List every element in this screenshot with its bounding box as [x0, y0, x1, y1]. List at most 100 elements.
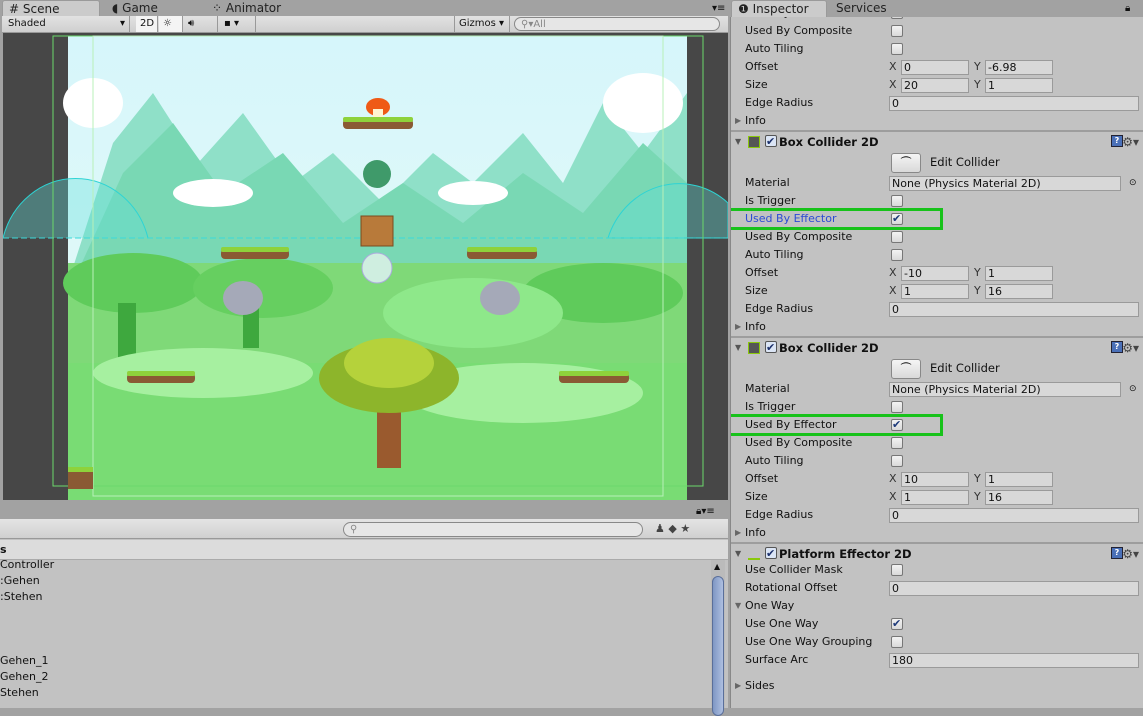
help-icon[interactable]: ? [1111, 341, 1123, 353]
scene-view[interactable] [3, 33, 728, 500]
list-item[interactable]: Controller [0, 558, 54, 571]
checkbox[interactable] [891, 25, 903, 37]
lock-icon[interactable]: 🔒︎▾≡ [696, 506, 715, 517]
field-rotational-offset: Rotational Offset 0 [731, 579, 1143, 597]
x-field[interactable]: 10 [901, 472, 969, 487]
component-header[interactable]: ▼Box Collider 2D?⚙▾ [731, 336, 1143, 358]
field-use-collider-mask: Use Collider Mask [731, 561, 1143, 579]
object-field[interactable]: None (Physics Material 2D) [889, 176, 1121, 191]
component-header[interactable]: ▼Platform Effector 2D?⚙▾ [731, 542, 1143, 564]
list-item[interactable]: Gehen_1 [0, 654, 49, 667]
checkbox[interactable] [891, 615, 903, 633]
checkbox[interactable] [891, 43, 903, 55]
menu-icon[interactable]: ▾≡ [712, 3, 725, 14]
x-field[interactable]: 1 [901, 284, 969, 299]
checkbox[interactable] [891, 231, 903, 243]
y-field[interactable]: -6.98 [985, 60, 1053, 75]
help-icon[interactable]: ? [1111, 135, 1123, 147]
number-field[interactable]: 0 [889, 581, 1139, 596]
field-offset: Offset X 0 Y -6.98 [731, 58, 1143, 76]
y-field[interactable]: 1 [985, 78, 1053, 93]
2d-toggle[interactable]: 2D [136, 16, 158, 32]
foldout-closed-icon[interactable]: ▶ [735, 112, 741, 130]
object-field[interactable]: None (Physics Material 2D) [889, 382, 1121, 397]
enabled-checkbox[interactable] [765, 132, 777, 152]
checkbox[interactable] [891, 564, 903, 576]
field-edge-radius: Edge Radius 0 [731, 506, 1143, 524]
x-field[interactable]: 0 [901, 60, 969, 75]
number-field[interactable]: 180 [889, 653, 1139, 668]
box-collider-icon [748, 342, 760, 354]
field-info: ▶ Info [731, 112, 1143, 130]
number-field[interactable]: 0 [889, 508, 1139, 523]
y-field[interactable]: 1 [985, 472, 1053, 487]
list-item[interactable]: :Stehen [0, 590, 42, 603]
checkbox[interactable] [891, 636, 903, 648]
lighting-icon[interactable]: ☼ [159, 16, 183, 32]
scrollbar[interactable]: ▲ [711, 560, 725, 716]
y-field[interactable]: 16 [985, 490, 1053, 505]
x-field[interactable]: -10 [901, 266, 969, 281]
search-input[interactable]: ⚲ [343, 522, 643, 537]
field-material: Material None (Physics Material 2D) ⊙ [745, 174, 1137, 192]
foldout-open-icon[interactable]: ▼ [735, 338, 741, 358]
animator-icon: ⁘ [212, 1, 223, 15]
foldout-closed-icon[interactable]: ▶ [735, 524, 741, 542]
list-item[interactable]: Stehen [0, 686, 39, 699]
gear-icon[interactable]: ⚙▾ [1122, 132, 1139, 152]
help-icon[interactable]: ? [1111, 547, 1123, 559]
gear-icon[interactable]: ⚙▾ [1122, 338, 1139, 358]
edit-collider: ⏜ Edit Collider [731, 358, 1143, 380]
checkbox[interactable] [891, 455, 903, 467]
component-header[interactable]: ▼Box Collider 2D?⚙▾ [731, 130, 1143, 152]
checkbox[interactable] [891, 195, 903, 207]
x-field[interactable]: 1 [901, 490, 969, 505]
audio-icon[interactable]: 🔊︎ [184, 16, 218, 32]
effector-icon [748, 548, 760, 560]
checkbox[interactable] [891, 17, 903, 19]
search-icon: ⚲▾ [521, 19, 534, 30]
foldout-open-icon[interactable]: ▼ [735, 597, 741, 615]
enabled-checkbox[interactable] [765, 544, 777, 564]
field-use-one-way-grouping: Use One Way Grouping [731, 633, 1143, 651]
list-item[interactable]: Gehen_2 [0, 670, 49, 683]
y-field[interactable]: 1 [985, 266, 1053, 281]
foldout-open-icon[interactable]: ▼ [735, 132, 741, 152]
list-item[interactable]: :Gehen [0, 574, 40, 587]
number-field[interactable]: 0 [889, 302, 1139, 317]
foldout-closed-icon[interactable]: ▶ [735, 677, 741, 695]
field-used-by-composite: Used By Composite [731, 434, 1143, 452]
checkbox[interactable] [891, 249, 903, 261]
effects-image-icon[interactable]: ▪ ▾ [220, 16, 256, 32]
gizmos-dropdown[interactable]: Gizmos ▾ [454, 16, 510, 32]
field-is-trigger: Is Trigger [731, 398, 1143, 416]
checkbox[interactable] [891, 401, 903, 413]
tab-inspector[interactable]: ❶ Inspector [731, 0, 827, 17]
checkbox[interactable] [891, 416, 903, 434]
field-info: ▶ Info [731, 524, 1143, 542]
checkbox[interactable] [891, 437, 903, 449]
tab-game[interactable]: ◖ Game [106, 0, 164, 17]
hash-icon: # [9, 2, 20, 16]
foldout-closed-icon[interactable]: ▶ [735, 318, 741, 336]
enabled-checkbox[interactable] [765, 338, 777, 358]
scene-search-input[interactable]: ⚲▾All [514, 17, 720, 31]
info-icon: ❶ [738, 2, 749, 16]
edit-collider-button[interactable]: ⏜ [891, 153, 921, 173]
field-edge-radius: Edge Radius 0 [731, 94, 1143, 112]
field-is-trigger: Is Trigger [731, 192, 1143, 210]
lock-icon[interactable]: 🔒︎ [1125, 3, 1130, 14]
tab-animator[interactable]: ⁘ Animator [206, 0, 287, 17]
object-picker-icon[interactable]: ⊙ [1129, 380, 1137, 398]
object-picker-icon[interactable]: ⊙ [1129, 174, 1137, 192]
shading-dropdown[interactable]: Shaded ▾ [4, 16, 130, 32]
checkbox[interactable] [891, 210, 903, 228]
filter-icons[interactable]: ♟ ◆ ★ [655, 522, 690, 535]
tab-scene[interactable]: # Scene [2, 0, 100, 17]
tab-services[interactable]: Services [830, 0, 893, 17]
field-use-one-way: Use One Way [731, 615, 1143, 633]
y-field[interactable]: 16 [985, 284, 1053, 299]
number-field[interactable]: 0 [889, 96, 1139, 111]
x-field[interactable]: 20 [901, 78, 969, 93]
edit-collider-button[interactable]: ⏜ [891, 359, 921, 379]
